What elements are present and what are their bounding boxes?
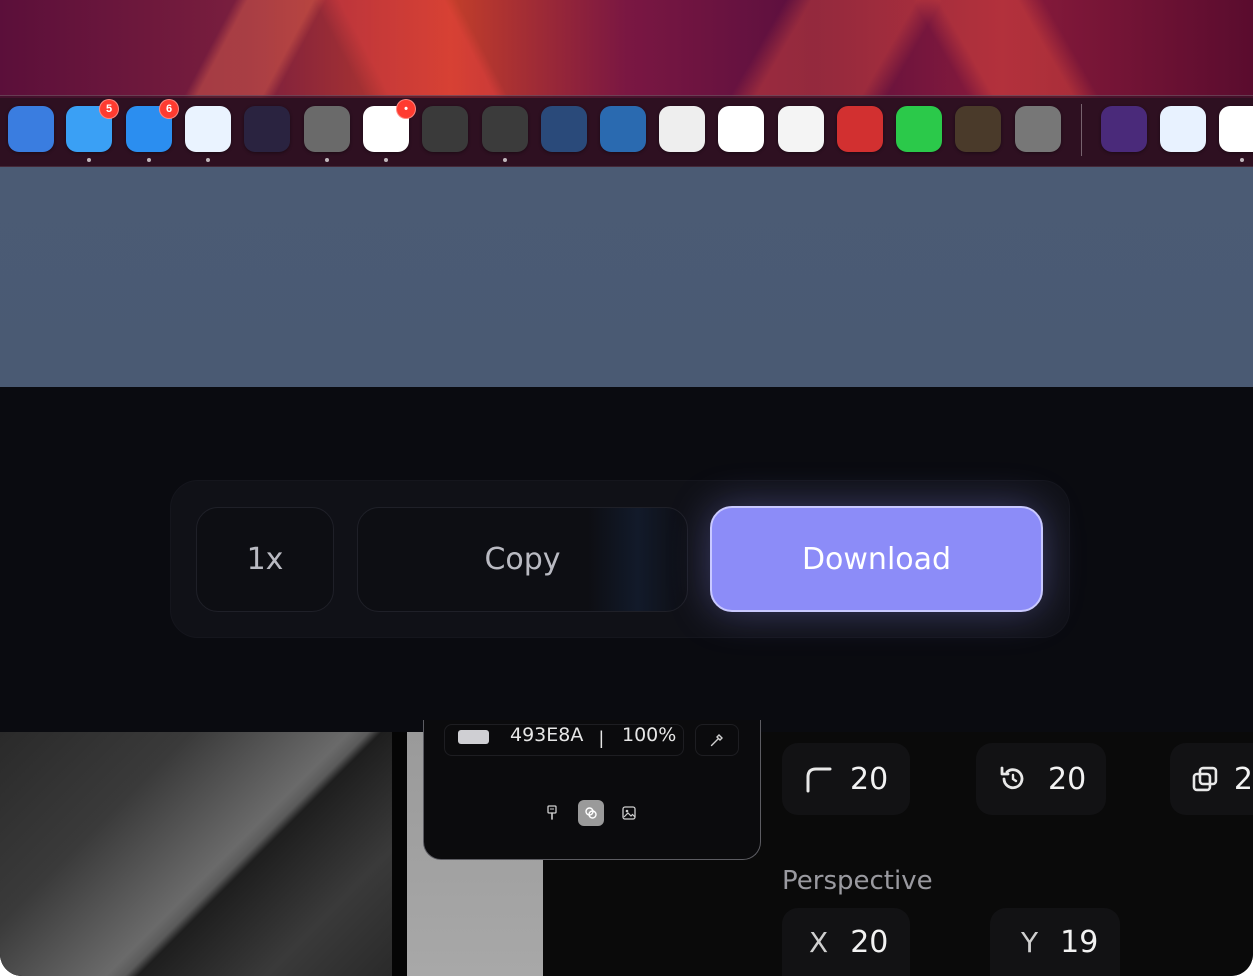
- tasks-app-icon[interactable]: [8, 106, 54, 152]
- perspective-y-control[interactable]: Y 19: [990, 908, 1120, 976]
- quicktime-app-icon[interactable]: [837, 106, 883, 152]
- fill-image-tab[interactable]: [616, 800, 642, 826]
- corner-radius-control[interactable]: 20: [782, 743, 910, 815]
- notification-badge: 6: [159, 99, 179, 119]
- eyedropper-icon: [710, 734, 723, 747]
- running-indicator: [206, 158, 210, 162]
- running-indicator: [147, 158, 151, 162]
- desktop-wallpaper: [0, 0, 1253, 98]
- safari-app-icon[interactable]: [185, 106, 231, 152]
- rotate-icon: [1000, 766, 1024, 790]
- mail-app-icon[interactable]: 5: [66, 99, 119, 152]
- perspective-x-value: 20: [850, 924, 889, 960]
- image-icon: [622, 806, 636, 820]
- value-separator: |: [599, 728, 604, 748]
- screen-app-icon[interactable]: [541, 106, 587, 152]
- fill-solid-tab[interactable]: [539, 800, 565, 826]
- x-axis-label: X: [809, 925, 829, 959]
- textedit-app-icon[interactable]: [778, 106, 824, 152]
- app-window: 5 6 • 1x Copy Download 493E8A | 100% 20 …: [0, 0, 1253, 976]
- running-indicator: [87, 158, 91, 162]
- perspective-x-control[interactable]: X 20: [782, 908, 910, 976]
- firefox-app-icon[interactable]: [244, 106, 290, 152]
- paint-brush-icon: [547, 805, 557, 820]
- slack-app-icon[interactable]: •: [363, 99, 416, 152]
- y-axis-label: Y: [1021, 925, 1039, 959]
- scale-button[interactable]: 1x: [196, 507, 334, 612]
- airmail-app-icon[interactable]: 6: [126, 99, 179, 152]
- kindle-app-icon[interactable]: [600, 106, 646, 152]
- app-store-app-icon[interactable]: [1101, 106, 1147, 152]
- notification-badge: 5: [99, 99, 119, 119]
- tes-app-icon[interactable]: [482, 106, 528, 152]
- onenote-app-icon[interactable]: [718, 106, 764, 152]
- tweetbot-app-icon[interactable]: [422, 106, 468, 152]
- u-app-icon[interactable]: [1219, 106, 1253, 152]
- perspective-label: Perspective: [782, 866, 933, 896]
- settings-app-icon[interactable]: [1015, 106, 1061, 152]
- perspective-y-value: 19: [1060, 924, 1099, 960]
- corner-radius-value: 20: [850, 761, 889, 797]
- rotation-value: 20: [1048, 761, 1087, 797]
- preview-divider: [392, 732, 407, 976]
- copy-button[interactable]: Copy: [357, 507, 688, 612]
- preview-image: [0, 732, 392, 976]
- running-indicator: [1240, 158, 1244, 162]
- running-indicator: [384, 158, 388, 162]
- layers-icon: [1192, 766, 1218, 792]
- download-button[interactable]: Download: [710, 506, 1043, 612]
- layer-value: 2: [1233, 761, 1253, 797]
- rotation-control[interactable]: 20: [976, 743, 1106, 815]
- running-indicator: [325, 158, 329, 162]
- color-swatch[interactable]: [458, 730, 489, 744]
- dock-separator: [1081, 104, 1082, 156]
- running-indicator: [503, 158, 507, 162]
- corner-radius-icon: [806, 767, 832, 793]
- notification-badge: •: [396, 99, 416, 119]
- opacity-input[interactable]: 100%: [622, 724, 682, 746]
- page-background: [0, 167, 1253, 387]
- layer-control[interactable]: 2: [1170, 743, 1253, 815]
- pixelmator-app-icon[interactable]: [659, 106, 705, 152]
- hex-input[interactable]: 493E8A: [510, 724, 590, 746]
- messages-app-icon[interactable]: [896, 106, 942, 152]
- books-app-icon[interactable]: [955, 106, 1001, 152]
- gradient-icon: [585, 807, 597, 819]
- maps-app-icon[interactable]: [1160, 106, 1206, 152]
- eyedropper-button[interactable]: [695, 724, 739, 756]
- fill-gradient-tab[interactable]: [578, 800, 604, 826]
- reeder-app-icon[interactable]: [304, 106, 350, 152]
